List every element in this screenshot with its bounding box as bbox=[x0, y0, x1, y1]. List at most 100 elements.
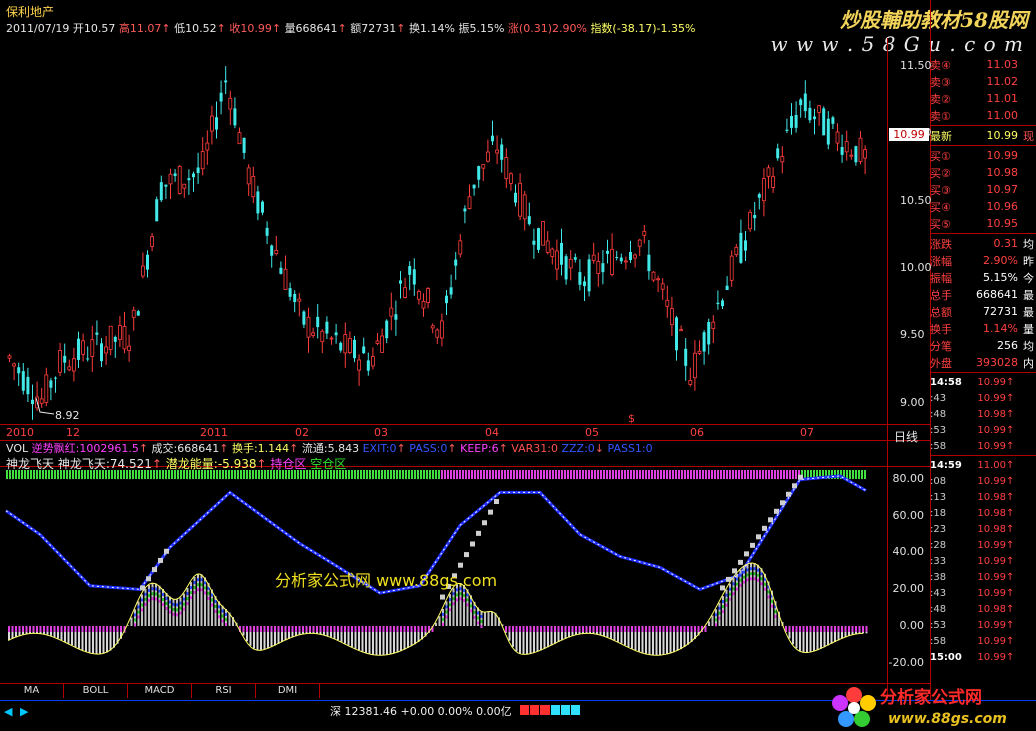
hold-step bbox=[798, 474, 803, 480]
signal-strip-bar bbox=[210, 470, 212, 479]
signal-strip-bar bbox=[441, 470, 443, 479]
energy-stripe bbox=[155, 587, 157, 591]
tab-macd[interactable]: MACD bbox=[128, 684, 192, 698]
energy-stripe bbox=[722, 600, 724, 604]
tick-row: :58 10.99 ↑ bbox=[930, 440, 1015, 452]
signal-strip-bar bbox=[75, 470, 77, 479]
candle-body bbox=[31, 399, 34, 405]
candle-body bbox=[274, 249, 279, 255]
candle-body bbox=[159, 182, 163, 201]
candle-body bbox=[430, 325, 435, 329]
energy-cap bbox=[407, 626, 409, 632]
energy-cap bbox=[813, 626, 815, 632]
candle-body bbox=[545, 240, 550, 253]
candle-body bbox=[624, 260, 628, 263]
candle-body bbox=[555, 250, 559, 270]
energy-stripe bbox=[172, 607, 175, 611]
candle-body bbox=[721, 300, 724, 307]
energy-stripe bbox=[169, 610, 171, 614]
signal-strip-bar bbox=[393, 470, 395, 479]
energy-cap bbox=[18, 626, 21, 632]
signal-strip-bar bbox=[336, 470, 338, 479]
energy-cap bbox=[81, 626, 84, 632]
candle-body bbox=[385, 320, 389, 339]
candle-body bbox=[366, 360, 370, 371]
tick-row: 14:58 10.99 ↑ bbox=[930, 376, 1015, 388]
signal-strip-bar bbox=[345, 470, 347, 479]
candle-body bbox=[454, 259, 458, 266]
hold-step bbox=[152, 567, 157, 573]
energy-cap bbox=[830, 626, 833, 632]
signal-strip-bar bbox=[213, 470, 215, 479]
signal-strip-bar bbox=[858, 470, 860, 479]
candle-body bbox=[164, 184, 168, 187]
tab-dmi[interactable]: DMI bbox=[256, 684, 320, 698]
tab-rsi[interactable]: RSI bbox=[192, 684, 256, 698]
signal-strip-bar bbox=[783, 470, 785, 479]
time-tick: 02 bbox=[295, 426, 309, 439]
energy-cap bbox=[547, 626, 549, 632]
info-turnover: 换1.14% bbox=[409, 22, 455, 35]
stat-row: 总手 668641 最 bbox=[930, 288, 1034, 302]
energy-cap bbox=[260, 626, 262, 632]
signal-strip-bar bbox=[606, 470, 608, 479]
energy-stripe bbox=[725, 598, 728, 602]
tab-ma[interactable]: MA bbox=[0, 684, 64, 698]
hold-step bbox=[792, 483, 797, 489]
energy-stripe bbox=[760, 572, 763, 576]
energy-bar bbox=[193, 577, 196, 626]
energy-stripe bbox=[736, 577, 738, 581]
candle-body bbox=[583, 281, 586, 287]
signal-strip-bar bbox=[588, 470, 590, 479]
status-index: 深 12381.46 +0.00 0.00% 0.00亿 bbox=[330, 705, 512, 718]
price-tick: 10.00 bbox=[900, 261, 932, 274]
scroll-right-icon[interactable]: ▶ bbox=[20, 705, 28, 718]
signal-strip-bar bbox=[105, 470, 107, 479]
energy-stripe bbox=[473, 610, 476, 614]
candle-body bbox=[463, 208, 467, 212]
candle-body bbox=[118, 325, 122, 340]
energy-cap bbox=[645, 626, 647, 632]
candle-body bbox=[485, 151, 490, 162]
energy-stripe bbox=[477, 621, 479, 625]
candle-body bbox=[362, 346, 366, 354]
energy-stripe bbox=[729, 587, 731, 591]
energy-cap bbox=[319, 626, 322, 632]
candle-body bbox=[86, 358, 90, 360]
candle-body bbox=[209, 115, 214, 132]
candle-body bbox=[711, 321, 716, 329]
signal-strip-bar bbox=[552, 470, 554, 479]
energy-stripe bbox=[452, 597, 455, 601]
signal-strip-bar bbox=[561, 470, 563, 479]
period-label[interactable]: 日线 bbox=[894, 428, 918, 445]
energy-cap bbox=[347, 626, 350, 632]
energy-cap bbox=[816, 626, 819, 632]
watermark-title: 炒股輔助教材58股网 bbox=[840, 8, 1028, 32]
candle-body bbox=[518, 182, 522, 217]
candlestick-chart[interactable] bbox=[0, 38, 930, 438]
energy-cap bbox=[575, 626, 577, 632]
signal-strip-bar bbox=[585, 470, 587, 479]
signal-strip-bar bbox=[756, 470, 758, 479]
signal-strip-bar bbox=[84, 470, 86, 479]
signal-strip-bar bbox=[276, 470, 278, 479]
energy-stripe bbox=[477, 616, 479, 620]
energy-stripe bbox=[753, 577, 756, 581]
signal-strip-bar bbox=[453, 470, 455, 479]
energy-cap bbox=[662, 626, 665, 632]
candle-body bbox=[196, 167, 200, 174]
indicator-tick: 60.00 bbox=[892, 509, 925, 522]
hold-step bbox=[440, 594, 445, 600]
candle-body bbox=[394, 314, 398, 320]
candle-body bbox=[799, 99, 803, 106]
signal-strip-bar bbox=[597, 470, 599, 479]
energy-cap bbox=[396, 626, 399, 632]
tick-row: :43 10.99 ↑ bbox=[930, 392, 1015, 404]
signal-strip-bar bbox=[690, 470, 692, 479]
tab-boll[interactable]: BOLL bbox=[64, 684, 128, 698]
candle-body bbox=[660, 283, 665, 290]
energy-cap bbox=[599, 626, 602, 632]
energy-stripe bbox=[764, 582, 766, 586]
scroll-left-icon[interactable]: ◀ bbox=[4, 705, 12, 718]
signal-strip-bar bbox=[765, 470, 767, 479]
